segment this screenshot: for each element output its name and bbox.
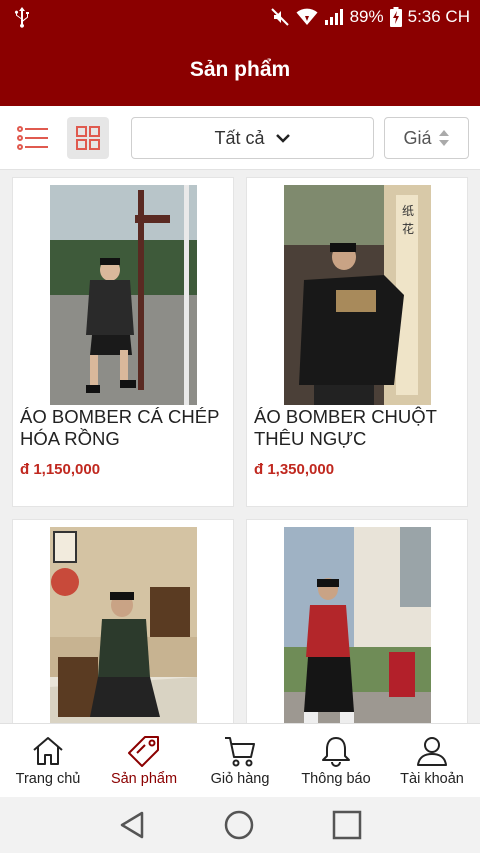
nav-home-label: Trang chủ <box>15 770 81 787</box>
product-card[interactable]: ÁO BOMBER CÁ CHÉP HÓA RỒNG đ 1,150,000 <box>12 177 234 507</box>
user-icon <box>417 736 447 766</box>
mute-icon <box>270 8 289 26</box>
nav-cart-label: Giỏ hàng <box>210 770 270 787</box>
svg-text:纸: 纸 <box>402 204 414 218</box>
back-icon[interactable] <box>118 810 146 840</box>
battery-charging-icon <box>389 7 402 27</box>
home-icon <box>33 736 63 765</box>
nav-home[interactable]: Trang chủ <box>0 724 96 797</box>
category-select-value: Tất cả <box>214 127 265 148</box>
product-card[interactable]: 纸 花 ÁO BOMBER CHUỘT THÊU NGỰC đ 1,350,00… <box>246 177 468 507</box>
list-view-button[interactable] <box>12 117 54 159</box>
grid-view-button[interactable] <box>67 117 109 159</box>
product-image <box>50 527 197 723</box>
nav-products[interactable]: Sản phẩm <box>96 724 192 797</box>
nav-account[interactable]: Tài khoản <box>384 724 480 797</box>
product-image <box>284 527 431 723</box>
svg-text:花: 花 <box>402 221 414 236</box>
wifi-icon <box>296 8 318 25</box>
bottom-nav: Trang chủ Sản phẩm Giỏ hàng Thông báo Tà… <box>0 723 480 797</box>
nav-notifications[interactable]: Thông báo <box>288 724 384 797</box>
list-icon <box>17 126 48 150</box>
signal-icon <box>324 9 343 25</box>
home-circle-icon[interactable] <box>223 809 255 841</box>
price-sort-label: Giá <box>403 127 432 148</box>
status-bar: 89% 5:36 CH <box>0 0 480 34</box>
usb-icon <box>14 7 29 28</box>
product-card[interactable] <box>246 519 468 723</box>
sort-icon <box>438 130 449 146</box>
app-header: Sản phẩm <box>0 34 480 106</box>
tag-icon <box>128 735 159 767</box>
battery-percent: 89% <box>349 7 384 26</box>
nav-products-label: Sản phẩm <box>110 770 178 787</box>
bell-icon <box>322 736 350 767</box>
chevron-down-icon <box>275 134 290 143</box>
product-price: đ 1,150,000 <box>20 461 101 478</box>
product-image <box>50 185 197 405</box>
cart-icon <box>225 736 255 766</box>
page-title: Sản phẩm <box>189 58 291 81</box>
price-sort-button[interactable]: Giá <box>384 117 469 159</box>
clock: 5:36 CH <box>407 7 470 26</box>
product-card[interactable] <box>12 519 234 723</box>
nav-notifications-label: Thông báo <box>301 770 371 787</box>
product-name: ÁO BOMBER CÁ CHÉP HÓA RỒNG <box>20 406 220 449</box>
grid-icon <box>76 126 100 150</box>
nav-account-label: Tài khoản <box>400 770 464 787</box>
product-grid: ÁO BOMBER CÁ CHÉP HÓA RỒNG đ 1,150,000 纸… <box>0 170 480 723</box>
product-image: 纸 花 <box>284 185 431 405</box>
nav-cart[interactable]: Giỏ hàng <box>192 724 288 797</box>
filter-bar: Tất cả Giá <box>0 106 480 170</box>
recents-icon[interactable] <box>332 810 362 840</box>
product-name: ÁO BOMBER CHUỘT THÊU NGỰC <box>254 406 437 449</box>
product-price: đ 1,350,000 <box>254 461 335 478</box>
system-nav-bar <box>0 797 480 853</box>
category-select[interactable]: Tất cả <box>131 117 374 159</box>
